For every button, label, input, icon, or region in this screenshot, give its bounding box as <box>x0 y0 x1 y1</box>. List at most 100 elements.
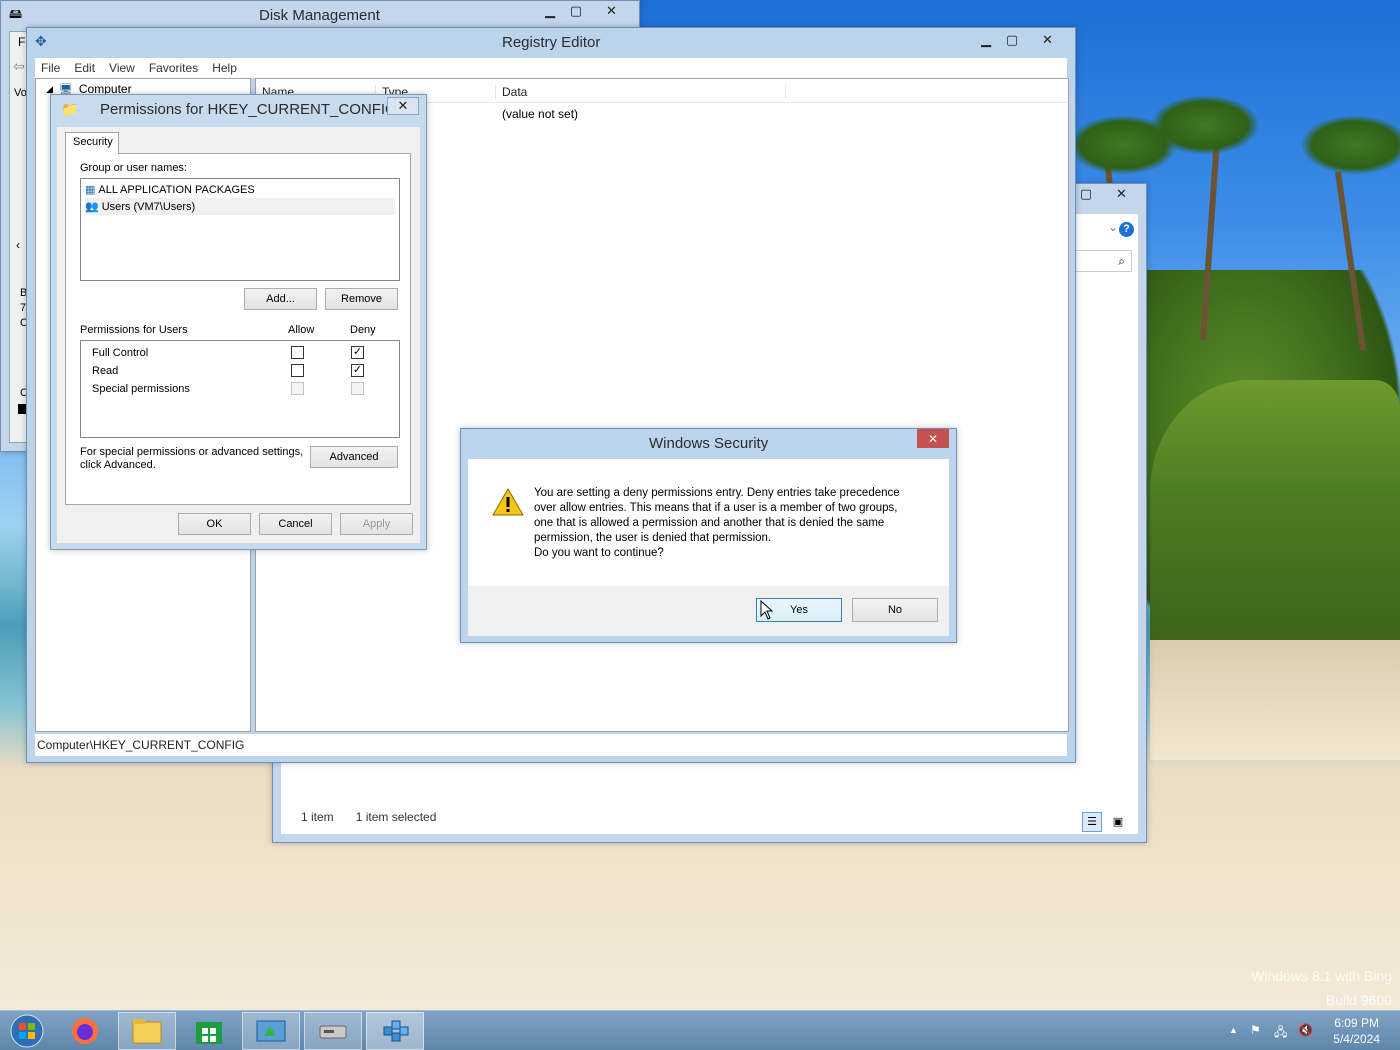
permissions-list: Full Control ✓ Read ✓ Special permission… <box>80 340 400 438</box>
tab-security[interactable]: Security <box>65 132 119 154</box>
warning-icon <box>492 488 524 516</box>
firefox-icon <box>72 1018 98 1044</box>
maximize-button[interactable]: ▢ <box>559 1 593 21</box>
os-watermark: Windows 8.1 with Bing Build 9600 <box>1251 964 1392 1012</box>
group-label: Group or user names: <box>80 162 187 174</box>
mouse-cursor-icon <box>760 600 774 620</box>
message-line: one that is allowed a permission and ano… <box>534 517 885 529</box>
dialog-title: Windows Security <box>649 435 769 452</box>
item-count: 1 item <box>301 810 334 824</box>
folder-icon <box>132 1019 162 1044</box>
current-key-path: Computer\HKEY_CURRENT_CONFIG <box>37 738 245 752</box>
cancel-button[interactable]: Cancel <box>259 513 332 535</box>
details-view-icon[interactable]: ☰ <box>1082 812 1102 832</box>
message-line: You are setting a deny permissions entry… <box>534 487 900 499</box>
allow-read-checkbox[interactable] <box>291 364 304 377</box>
disk-icon <box>319 1025 347 1039</box>
group-list[interactable]: ▦ ALL APPLICATION PACKAGES 👥 Users (VM7\… <box>80 178 400 281</box>
add-button[interactable]: Add... <box>244 288 317 310</box>
action-center-flag-icon[interactable]: ⚑ <box>1250 1023 1261 1037</box>
watermark-line: Build 9600 <box>1325 992 1392 1008</box>
allow-full-control-checkbox[interactable] <box>291 346 304 359</box>
close-button[interactable]: ✕ <box>917 429 949 448</box>
app-window-icon <box>256 1020 286 1042</box>
expand-arrow-icon[interactable]: ◢ <box>46 84 53 95</box>
palm-fronds <box>1150 95 1260 155</box>
window-title: Disk Management <box>259 7 380 24</box>
permission-name: Special permissions <box>92 383 190 395</box>
system-clock[interactable]: 6:09 PM 5/4/2024 <box>1333 1015 1380 1047</box>
dialog-title: Permissions for HKEY_CURRENT_CONFIG <box>100 101 397 118</box>
menu-file[interactable]: File <box>41 61 60 75</box>
menu-favorites[interactable]: Favorites <box>149 61 198 75</box>
scroll-left-icon[interactable]: ‹ <box>16 238 20 252</box>
windows-security-dialog[interactable]: Windows Security ✕ You are setting a den… <box>460 428 957 643</box>
allow-special-checkbox <box>291 382 304 395</box>
deny-special-checkbox <box>351 382 364 395</box>
value-data-cell[interactable]: (value not set) <box>502 107 578 121</box>
users-icon: 👥 <box>85 201 99 213</box>
taskbar-file-explorer[interactable] <box>118 1012 176 1050</box>
taskbar-registry-editor[interactable] <box>366 1012 424 1050</box>
message-line: over allow entries. This means that if a… <box>534 502 898 514</box>
apply-button[interactable]: Apply <box>340 513 413 535</box>
advanced-note: click Advanced. <box>80 459 156 471</box>
permission-name: Full Control <box>92 347 149 359</box>
no-button[interactable]: No <box>852 598 938 622</box>
advanced-button[interactable]: Advanced <box>310 446 398 468</box>
menu-help[interactable]: Help <box>212 61 237 75</box>
allow-header: Allow <box>288 324 315 336</box>
watermark-line: Windows 8.1 with Bing <box>1251 968 1392 984</box>
close-button[interactable]: ✕ <box>1099 184 1144 204</box>
deny-read-checkbox[interactable]: ✓ <box>351 364 364 377</box>
permissions-label: Permissions for Users <box>80 324 188 336</box>
ok-button[interactable]: OK <box>178 513 251 535</box>
taskbar-firefox[interactable] <box>56 1012 114 1050</box>
taskbar-store[interactable] <box>180 1012 238 1050</box>
search-icon[interactable]: ⌕ <box>1072 250 1132 272</box>
remove-button[interactable]: Remove <box>325 288 398 310</box>
permission-name: Read <box>92 365 119 377</box>
help-icon[interactable]: ? <box>1119 222 1134 237</box>
clock-time: 6:09 PM <box>1334 1016 1379 1030</box>
windows-logo-icon <box>10 1014 44 1048</box>
column-data[interactable]: Data <box>496 85 786 99</box>
close-button[interactable]: ✕ <box>1025 30 1070 50</box>
message-area: You are setting a deny permissions entry… <box>468 459 949 586</box>
deny-header: Deny <box>350 324 376 336</box>
menu-bar: File Edit View Favorites Help <box>35 58 1067 78</box>
group-item-selected[interactable]: 👥 Users (VM7\Users) <box>85 198 395 215</box>
selected-count: 1 item selected <box>355 810 437 824</box>
disk-app-icon: 🖴 <box>9 6 23 21</box>
show-hidden-icons[interactable]: ▲ <box>1229 1025 1238 1035</box>
security-tab-panel: Group or user names: ▦ ALL APPLICATION P… <box>65 153 411 505</box>
network-icon[interactable]: 🖧 <box>1274 1023 1287 1044</box>
close-button[interactable]: ✕ <box>387 97 419 115</box>
menu-view[interactable]: View <box>109 61 135 75</box>
deny-full-control-checkbox[interactable]: ✓ <box>351 346 364 359</box>
back-arrow-icon[interactable]: ⇦ <box>13 58 25 75</box>
wallpaper-jungle <box>1150 380 1400 660</box>
start-button[interactable] <box>0 1012 54 1050</box>
store-icon <box>196 1022 222 1044</box>
maximize-button[interactable]: ▢ <box>995 30 1029 50</box>
taskbar-disk-management[interactable] <box>304 1012 362 1050</box>
button-area: Yes No <box>468 586 949 636</box>
group-item[interactable]: ▦ ALL APPLICATION PACKAGES <box>85 181 395 198</box>
chevron-down-icon[interactable]: ⌄ <box>1108 220 1118 234</box>
taskbar: ▲ ⚑ 🖧 🔇 6:09 PM 5/4/2024 <box>0 1010 1400 1050</box>
group-name: Users (VM7\Users) <box>101 200 196 213</box>
volume-muted-icon[interactable]: 🔇 <box>1298 1023 1313 1037</box>
menu-edit[interactable]: Edit <box>74 61 95 75</box>
permissions-dialog[interactable]: 📁 Permissions for HKEY_CURRENT_CONFIG ✕ … <box>50 94 427 550</box>
taskbar-app[interactable] <box>242 1012 300 1050</box>
advanced-note: For special permissions or advanced sett… <box>80 446 304 458</box>
close-button[interactable]: ✕ <box>589 1 634 21</box>
large-icons-view-icon[interactable]: ▣ <box>1110 814 1126 830</box>
folder-icon: 📁 <box>61 101 79 117</box>
registry-statusbar: Computer\HKEY_CURRENT_CONFIG <box>35 734 1067 756</box>
explorer-statusbar: 1 item 1 item selected <box>301 810 436 824</box>
group-name: ALL APPLICATION PACKAGES <box>98 183 255 196</box>
regedit-app-icon: ✥ <box>35 33 47 49</box>
permissions-body: Security Group or user names: ▦ ALL APPL… <box>57 127 420 543</box>
